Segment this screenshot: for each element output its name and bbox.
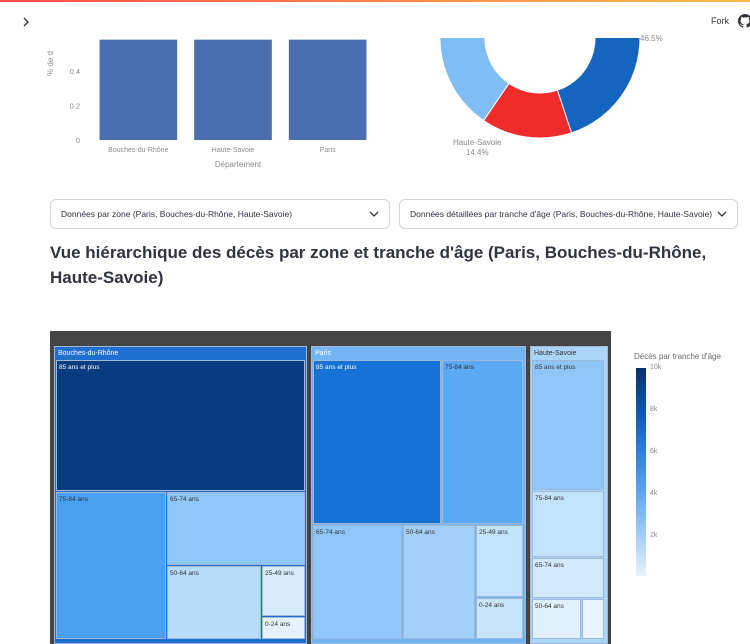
treemap-tile-paris-75[interactable]: 75-84 ans xyxy=(442,360,523,524)
treemap-tile-label: 85 ans et plus xyxy=(535,364,576,371)
treemap-tile-label: 50-64 ans xyxy=(535,603,564,610)
zone-data-select-value: Données par zone (Paris, Bouches-du-Rhôn… xyxy=(61,209,293,219)
treemap-tile-paris-25[interactable]: 25-49 ans xyxy=(476,525,523,597)
treemap-tile-paris-0[interactable]: 0-24 ans xyxy=(476,598,523,639)
sidebar-expand-chevron-icon[interactable] xyxy=(18,14,34,30)
pie-label-haute-savoie-name: Haute-Savoie xyxy=(453,138,502,147)
treemap-tile-hs-85[interactable]: 85 ans et plus xyxy=(532,360,604,490)
pie-label-haute-savoie-pct: 14.4% xyxy=(465,148,489,157)
fork-link[interactable]: Fork xyxy=(711,16,729,26)
colorbar-tick: 6k xyxy=(650,448,658,455)
bar-chart-xtick: Bouches-du-Rhône xyxy=(108,147,168,154)
age-data-select[interactable]: Données détaillées par tranche d'âge (Pa… xyxy=(399,199,738,229)
bar-chart-ytick: 0 xyxy=(76,136,80,145)
colorbar-tick: 2k xyxy=(650,532,658,539)
treemap-tile-label: 0-24 ans xyxy=(265,621,291,628)
treemap-tile-label: 75-84 ans xyxy=(59,496,88,503)
treemap-tile-label: 65-74 ans xyxy=(535,562,564,569)
colorbar-tick: 8k xyxy=(650,406,658,413)
bar-chart-xlabel: Département xyxy=(215,160,262,169)
bar-chart-svg: 0 0.2 0.4 Bouches-du-Rhône Haute-Savoie Paris… xyxy=(70,39,367,169)
pie-label-haute-savoie: Haute-Savoie 14.4% xyxy=(453,138,501,158)
treemap-tile-bdr-85[interactable]: 85 ans et plus xyxy=(56,360,305,491)
bar xyxy=(288,39,367,140)
treemap-tile-paris-50[interactable]: 50-64 ans xyxy=(403,525,475,639)
bar-chart-ytick: 0.4 xyxy=(70,67,80,76)
bar-chart: % de d 0 0.2 0.4 Bouches-du-Rhône Haute-Savo… xyxy=(46,38,380,178)
chevron-down-icon xyxy=(369,209,379,220)
treemap-tile-label: 75-84 ans xyxy=(445,364,474,371)
treemap-tile-label: 65-74 ans xyxy=(316,529,345,536)
treemap-tile-bdr-25[interactable]: 25-49 ans xyxy=(262,566,305,616)
bar xyxy=(194,39,272,140)
treemap-tile-paris-65[interactable]: 65-74 ans xyxy=(313,525,402,639)
colorbar-tick: 4k xyxy=(650,490,658,497)
pie-label-paris: 46.5% xyxy=(640,34,663,43)
github-icon[interactable] xyxy=(738,14,750,28)
treemap-tile-hs-small[interactable] xyxy=(582,599,604,639)
treemap-tile-bdr-75[interactable]: 75-84 ans xyxy=(56,492,166,639)
treemap-tile-label: 85 ans et plus xyxy=(59,364,100,371)
treemap-tile-label: 25-49 ans xyxy=(479,529,508,536)
bar-chart-ytick: 0.2 xyxy=(70,101,80,110)
bar-chart-xtick: Paris xyxy=(320,147,336,154)
colorbar-title: Décès par tranche d'âge xyxy=(634,352,721,361)
treemap-tile-label: 85 ans et plus xyxy=(316,364,357,371)
treemap-tile-label: 50-64 ans xyxy=(406,529,435,536)
treemap-tile-hs-75[interactable]: 75-84 ans xyxy=(532,491,604,557)
treemap-tile-label: 75-84 ans xyxy=(535,495,564,502)
donut-chart: 46.5% Haute-Savoie 14.4% xyxy=(420,16,663,158)
treemap-tile-bdr-65[interactable]: 65-74 ans xyxy=(167,492,305,565)
chevron-down-icon xyxy=(717,209,727,220)
zone-data-select[interactable]: Données par zone (Paris, Bouches-du-Rhôn… xyxy=(50,199,390,229)
treemap-tile-hs-50[interactable]: 50-64 ans xyxy=(532,599,581,639)
treemap-tile-label: 25-49 ans xyxy=(265,570,294,577)
treemap-tile-label: 65-74 ans xyxy=(170,496,199,503)
treemap-tile-paris-85[interactable]: 85 ans et plus xyxy=(313,360,441,524)
colorbar xyxy=(636,368,646,576)
treemap-zone-label: Paris xyxy=(315,350,331,357)
pie-slice-paris xyxy=(556,17,641,134)
age-data-select-value: Données détaillées par tranche d'âge (Pa… xyxy=(410,209,713,219)
bar xyxy=(99,39,178,140)
treemap-tile-bdr-0[interactable]: 0-24 ans xyxy=(262,617,305,639)
top-accent-bar xyxy=(0,0,750,2)
treemap-tile-label: 0-24 ans xyxy=(479,602,505,609)
colorbar-tick: 10k xyxy=(650,364,662,371)
treemap-tile-hs-65[interactable]: 65-74 ans xyxy=(532,558,604,598)
treemap-tile-label: 50-64 ans xyxy=(170,570,199,577)
treemap-zone-label: Bouches-du-Rhône xyxy=(58,350,119,357)
treemap-zone-label: Haute-Savoie xyxy=(534,350,577,357)
section-title: Vue hiérarchique des décès par zone et t… xyxy=(50,243,707,287)
bar-chart-xtick: Haute-Savoie xyxy=(212,147,255,154)
treemap-tile-bdr-50[interactable]: 50-64 ans xyxy=(167,566,261,639)
treemap: Bouches-du-Rhône 85 ans et plus 75-84 an… xyxy=(50,331,611,644)
